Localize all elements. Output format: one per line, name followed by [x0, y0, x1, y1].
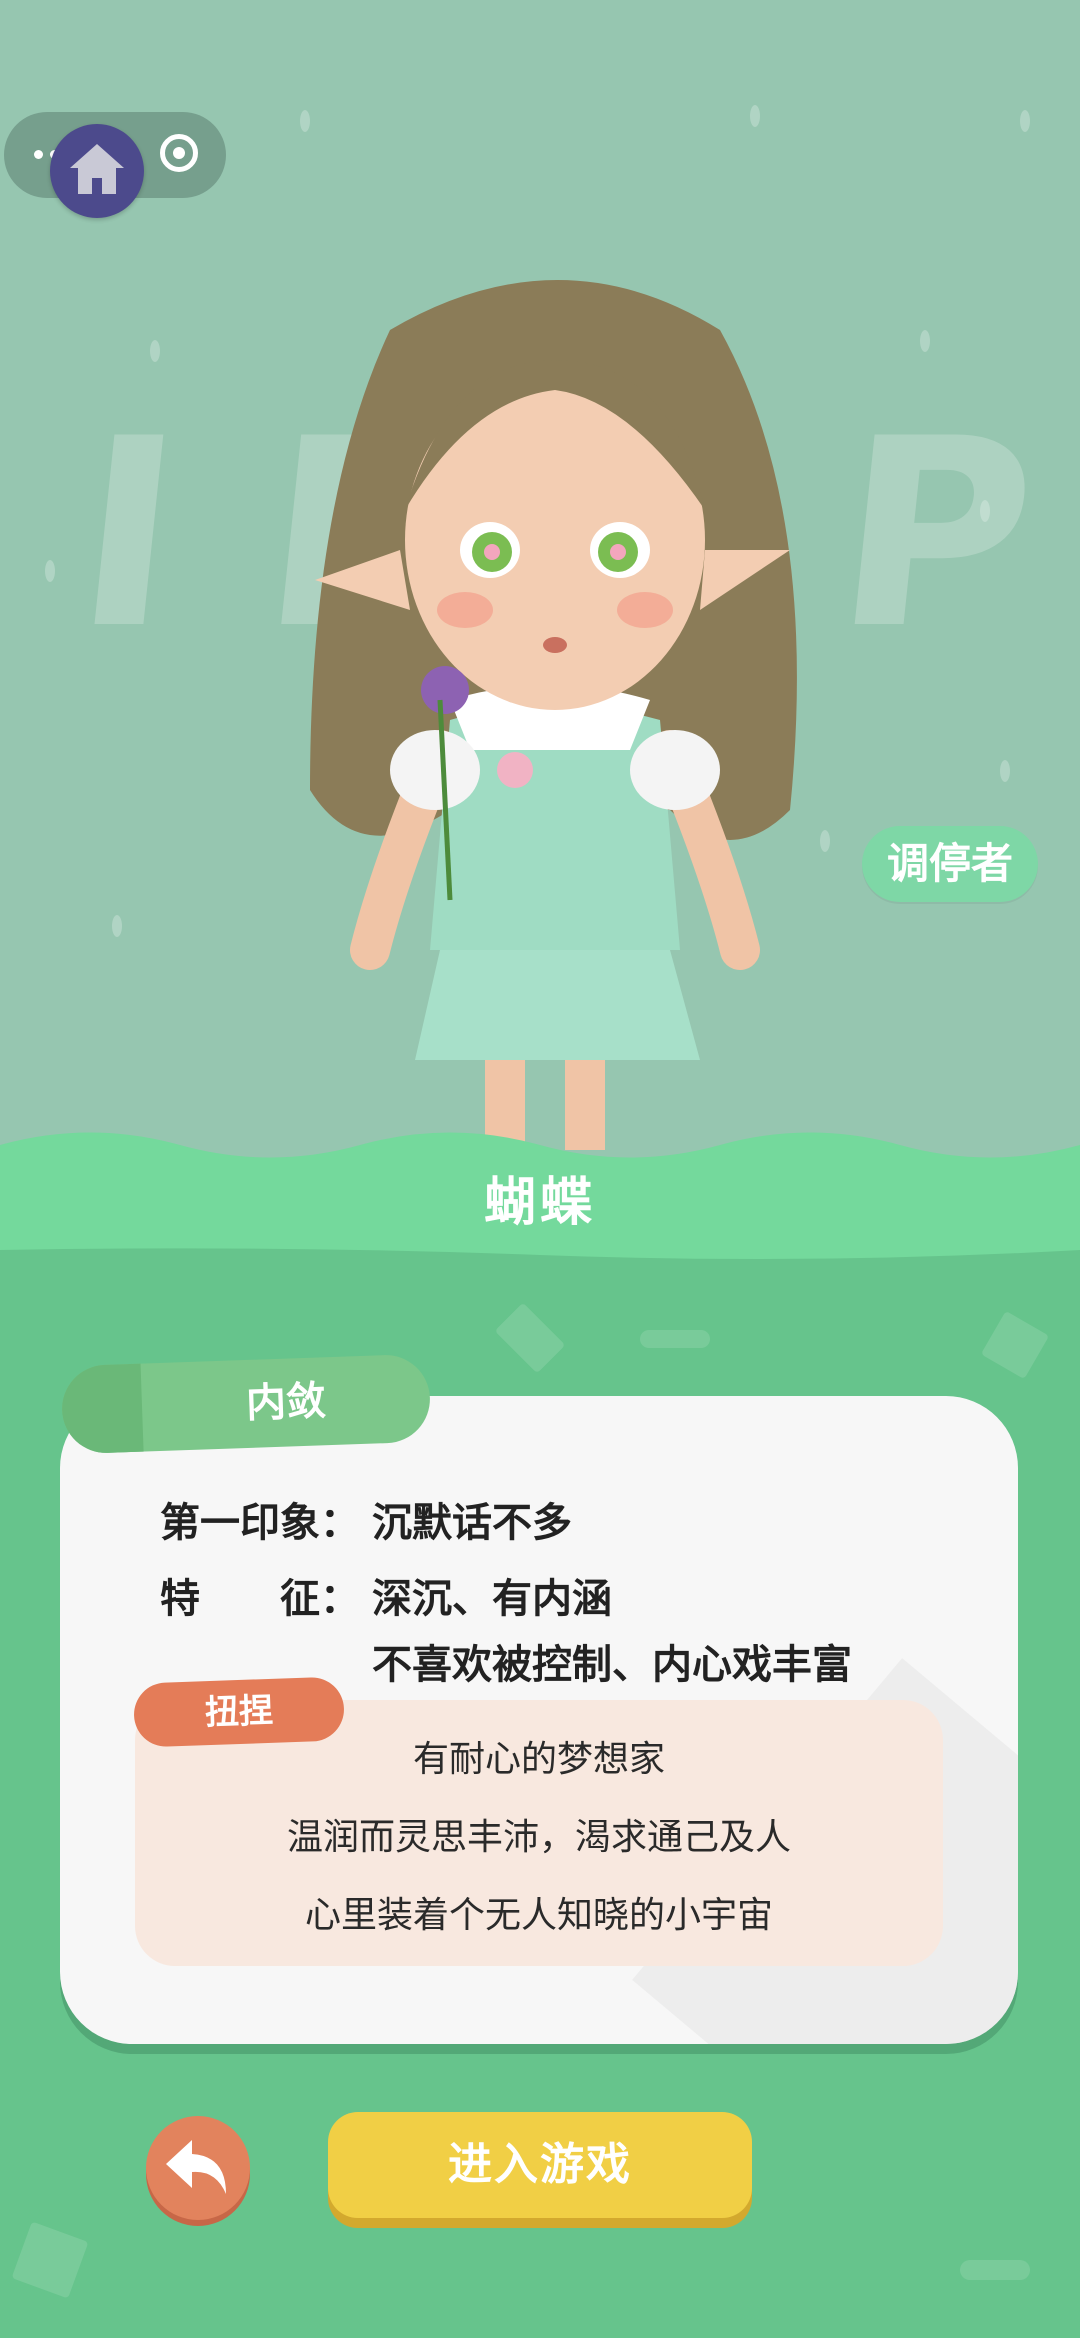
personality-tab: 内敛: [60, 1353, 432, 1455]
raindrop-decoration: [1000, 760, 1010, 782]
raindrop-decoration: [750, 105, 760, 127]
raindrop-decoration: [1020, 110, 1030, 132]
role-badge: 调停者: [862, 826, 1038, 902]
quote-line: 心里装着个无人知晓的小宇宙: [304, 1895, 773, 1936]
traits-row-continued: 不喜欢被控制、内心戏丰富: [372, 1632, 852, 1690]
pattern-decoration: [960, 2260, 1030, 2280]
first-impression-value: 沉默话不多: [372, 1500, 572, 1546]
traits-label: 特 征：: [160, 1576, 360, 1622]
raindrop-decoration: [920, 330, 930, 352]
back-button[interactable]: [146, 2116, 250, 2220]
quote-line: 有耐心的梦想家: [412, 1739, 665, 1780]
character-illustration: [310, 280, 797, 1150]
raindrop-decoration: [112, 915, 122, 937]
raindrop-decoration: [980, 500, 990, 522]
home-button[interactable]: [50, 124, 144, 218]
personality-tab-label: 内敛: [245, 1378, 327, 1427]
traits-row: 特 征： 深沉、有内涵: [160, 1566, 612, 1624]
raindrop-decoration: [300, 110, 310, 132]
quote-line: 温润而灵思丰沛，渴求通己及人: [286, 1817, 791, 1858]
pattern-decoration: [640, 1330, 710, 1348]
back-arrow-icon: [166, 2140, 226, 2194]
home-icon: [70, 144, 124, 194]
first-impression-row: 第一印象： 沉默话不多: [160, 1490, 572, 1548]
traits-value-line2: 不喜欢被控制、内心戏丰富: [372, 1642, 852, 1688]
traits-value-line1: 深沉、有内涵: [372, 1576, 612, 1622]
raindrop-decoration: [45, 560, 55, 582]
character-name: 蝴蝶: [483, 1173, 596, 1233]
enter-game-button[interactable]: 进入游戏: [328, 2112, 752, 2218]
raindrop-decoration: [820, 830, 830, 852]
first-impression-label: 第一印象：: [160, 1500, 360, 1546]
character-intro-screen: IDEP: [0, 0, 1080, 2338]
raindrop-decoration: [150, 340, 160, 362]
target-circle-icon[interactable]: [160, 134, 198, 172]
